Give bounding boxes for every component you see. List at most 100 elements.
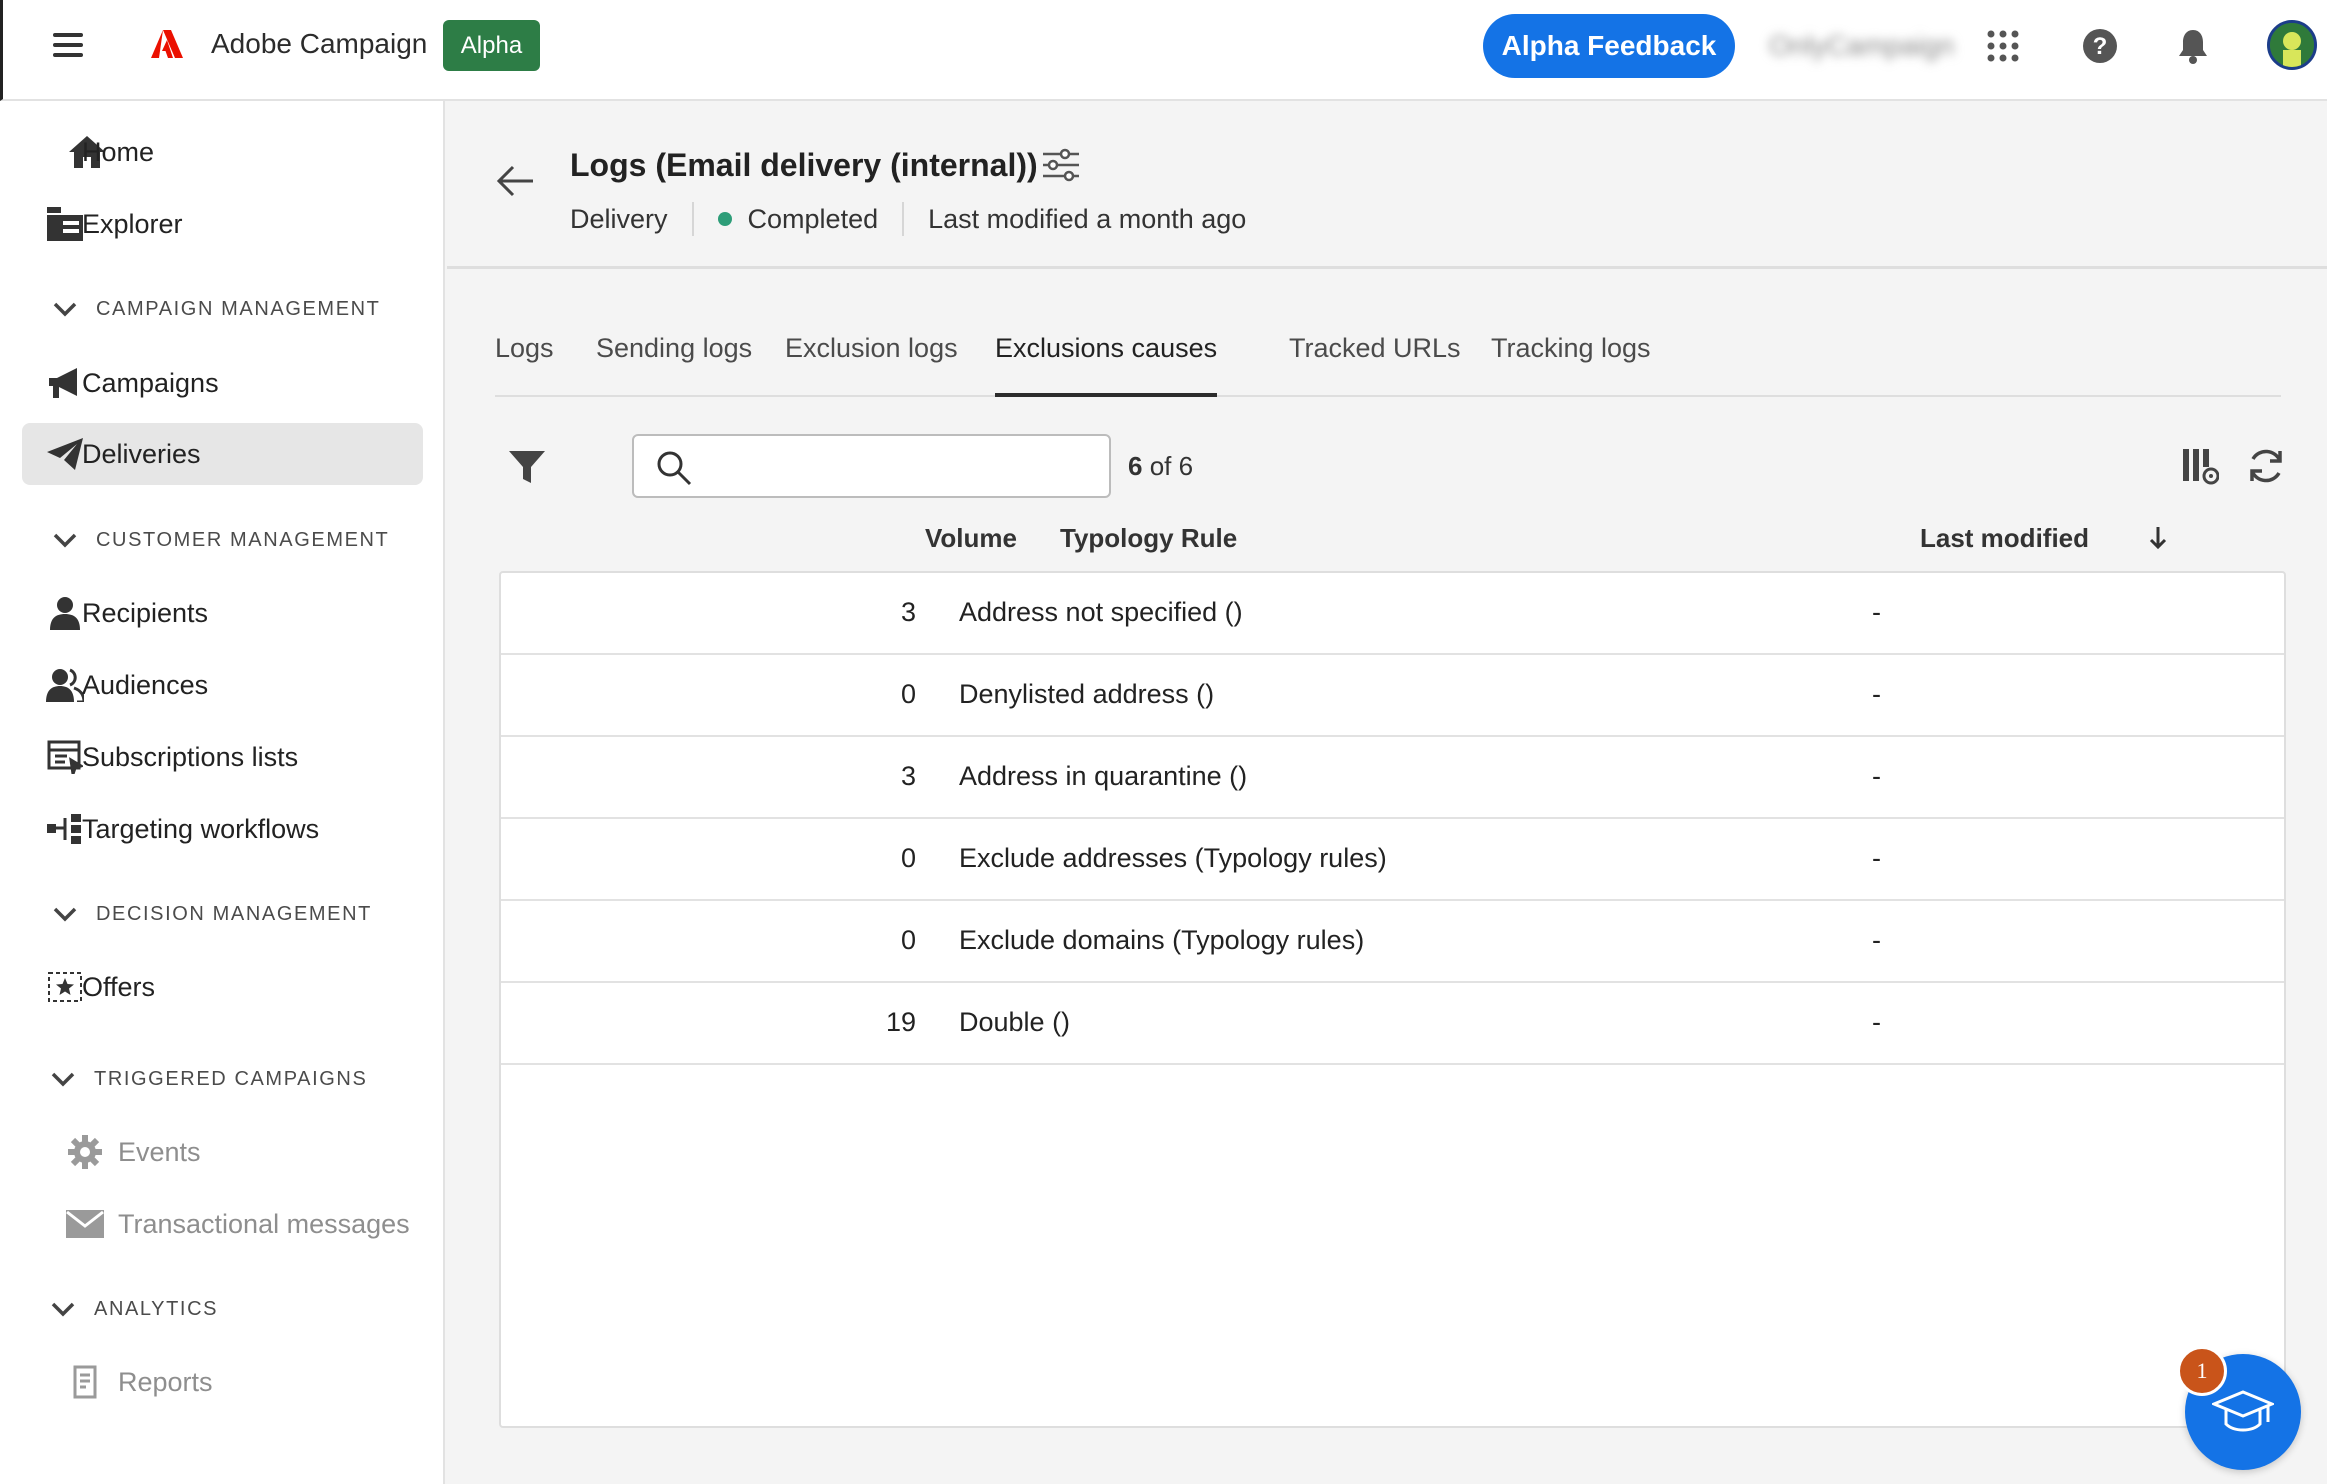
sidebar-item-events[interactable]: Events — [22, 1121, 423, 1183]
tab-tracking-logs[interactable]: Tracking logs — [1491, 333, 1651, 397]
search-input[interactable] — [704, 444, 1094, 488]
section-header-customer-management[interactable]: CUSTOMER MANAGEMENT — [52, 525, 389, 555]
sidebar-item-audiences[interactable]: Audiences — [22, 654, 423, 716]
column-header-typology-rule[interactable]: Typology Rule — [1060, 523, 1237, 554]
table-row[interactable]: 0 Exclude domains (Typology rules) - — [501, 901, 2284, 983]
section-header-campaign-management[interactable]: CAMPAIGN MANAGEMENT — [52, 294, 381, 324]
sidebar-item-label: Home — [82, 136, 155, 167]
table-row[interactable]: 19 Double () - — [501, 983, 2284, 1065]
sidebar-item-reports[interactable]: Reports — [22, 1351, 423, 1413]
explorer-icon — [46, 205, 84, 243]
sidebar-item-label: Campaigns — [82, 367, 219, 398]
sidebar-item-campaigns[interactable]: Campaigns — [22, 352, 423, 414]
status-badge: Completed — [747, 203, 879, 234]
subscription-list-icon — [46, 738, 84, 776]
svg-text:?: ? — [2093, 33, 2108, 60]
sidebar-item-label: Reports — [118, 1366, 213, 1397]
section-header-decision-management[interactable]: DECISION MANAGEMENT — [52, 899, 372, 929]
cell-volume: 3 — [900, 597, 916, 627]
filter-icon[interactable] — [509, 449, 545, 485]
sidebar-item-label: Audiences — [82, 669, 209, 700]
help-icon[interactable]: ? — [2080, 26, 2120, 66]
cell-typology-rule: Double () — [959, 1007, 1071, 1037]
chevron-down-icon — [53, 533, 77, 548]
count-total: of 6 — [1142, 451, 1194, 481]
sidebar-item-home[interactable]: Home — [22, 121, 423, 183]
sidebar-item-label: Subscriptions lists — [82, 741, 299, 772]
chevron-down-icon — [53, 907, 77, 922]
cell-volume: 3 — [900, 761, 916, 791]
column-header-last-modified[interactable]: Last modified — [1920, 523, 2089, 554]
tab-exclusions-causes[interactable]: Exclusions causes — [995, 333, 1218, 397]
section-header-triggered-campaigns[interactable]: TRIGGERED CAMPAIGNS — [50, 1064, 367, 1094]
page-meta: Delivery Completed Last modified a month… — [570, 199, 1246, 239]
cell-typology-rule: Address not specified () — [959, 597, 1243, 627]
org-switcher[interactable]: OnlyCampaign — [1769, 30, 1954, 62]
sidebar-item-offers[interactable]: Offers — [22, 956, 423, 1018]
refresh-icon[interactable] — [2247, 447, 2285, 485]
tab-tracked-urls[interactable]: Tracked URLs — [1289, 333, 1461, 397]
cell-volume: 0 — [900, 843, 916, 873]
cell-typology-rule: Exclude domains (Typology rules) — [959, 925, 1365, 955]
sidebar-item-label: Transactional messages — [118, 1208, 410, 1239]
tab-exclusion-logs[interactable]: Exclusion logs — [785, 333, 958, 397]
app-name: Adobe Campaign — [211, 28, 428, 59]
megaphone-icon — [46, 364, 84, 402]
sidebar-item-transactional-messages[interactable]: Transactional messages — [22, 1193, 423, 1255]
cell-typology-rule: Denylisted address () — [959, 679, 1215, 709]
table-row[interactable]: 3 Address not specified () - — [501, 573, 2284, 655]
alpha-feedback-button[interactable]: Alpha Feedback — [1483, 14, 1735, 78]
back-arrow-icon[interactable] — [495, 163, 535, 199]
chevron-down-icon — [51, 1302, 75, 1317]
sidebar-item-targeting-workflows[interactable]: Targeting workflows — [22, 798, 423, 860]
divider — [902, 202, 905, 236]
graduation-cap-icon — [2212, 1390, 2274, 1432]
cell-typology-rule: Address in quarantine () — [959, 761, 1248, 791]
notification-count-badge: 1 — [2177, 1346, 2227, 1396]
apps-grid-icon[interactable] — [1983, 26, 2023, 66]
sidebar-item-explorer[interactable]: Explorer — [22, 193, 423, 255]
cell-volume: 0 — [900, 925, 916, 955]
table-row[interactable]: 3 Address in quarantine () - — [501, 737, 2284, 819]
report-icon — [66, 1363, 104, 1401]
search-field[interactable] — [632, 434, 1111, 498]
cell-volume: 19 — [885, 1007, 916, 1037]
tab-sending-logs[interactable]: Sending logs — [596, 333, 752, 397]
sidebar-item-deliveries[interactable]: Deliveries — [22, 423, 423, 485]
users-icon — [46, 666, 84, 704]
paper-plane-icon — [46, 435, 84, 473]
tab-logs[interactable]: Logs — [495, 333, 554, 397]
cell-last-modified: - — [1872, 843, 1881, 873]
result-count: 6 of 6 — [1128, 451, 1193, 482]
sidebar-item-recipients[interactable]: Recipients — [22, 582, 423, 644]
column-settings-icon[interactable] — [2181, 447, 2219, 485]
table-header: Volume Typology Rule Last modified — [495, 515, 2281, 565]
hamburger-menu-icon[interactable] — [53, 33, 83, 57]
status-dot-icon — [717, 212, 732, 226]
sort-descending-icon[interactable] — [2148, 525, 2168, 551]
table-row[interactable]: 0 Exclude addresses (Typology rules) - — [501, 819, 2284, 901]
table-row[interactable]: 0 Denylisted address () - — [501, 655, 2284, 737]
cell-last-modified: - — [1872, 925, 1881, 955]
delivery-type: Delivery — [570, 203, 668, 234]
user-avatar[interactable] — [2267, 20, 2317, 70]
cell-typology-rule: Exclude addresses (Typology rules) — [959, 843, 1387, 873]
cell-last-modified: - — [1872, 1007, 1881, 1037]
count-current: 6 — [1128, 451, 1143, 481]
offer-icon — [46, 968, 84, 1006]
cell-last-modified: - — [1872, 597, 1881, 627]
notifications-bell-icon[interactable] — [2173, 26, 2213, 66]
table-toolbar: 6 of 6 — [495, 431, 2282, 501]
section-header-analytics[interactable]: ANALYTICS — [50, 1294, 218, 1324]
page-header: Logs (Email delivery (internal)) Deliver… — [447, 101, 2327, 269]
sidebar-item-subscriptions-lists[interactable]: Subscriptions lists — [22, 726, 423, 788]
divider — [691, 202, 694, 236]
column-header-volume[interactable]: Volume — [495, 523, 1017, 554]
sidebar-item-label: Targeting workflows — [82, 813, 320, 844]
gear-icon — [66, 1133, 104, 1171]
search-icon — [657, 451, 692, 486]
sidebar-item-label: Recipients — [82, 597, 209, 628]
sliders-settings-icon[interactable] — [1041, 147, 1081, 183]
adobe-logo-icon — [151, 30, 183, 58]
chevron-down-icon — [53, 302, 77, 317]
